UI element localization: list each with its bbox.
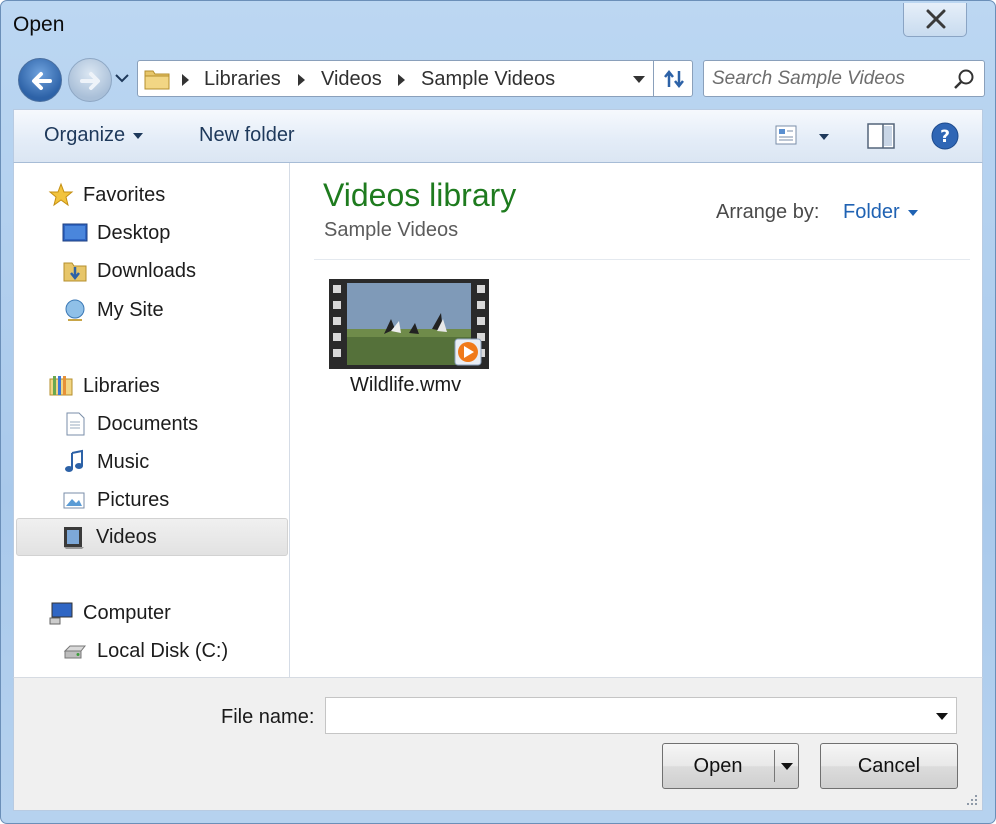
nav-item-documents[interactable]: Documents — [62, 407, 198, 441]
nav-item-label: My Site — [97, 298, 164, 321]
nav-computer-label: Computer — [83, 601, 171, 624]
open-button[interactable]: Open — [662, 743, 799, 789]
breadcrumb-separator[interactable] — [298, 74, 305, 86]
close-icon — [926, 9, 946, 29]
search-box[interactable] — [703, 60, 985, 97]
documents-icon — [66, 412, 85, 436]
help-icon[interactable]: ? — [931, 122, 959, 150]
views-dropdown-button[interactable] — [819, 134, 829, 140]
chevron-down-icon — [133, 132, 144, 139]
nav-libraries-label: Libraries — [83, 374, 160, 397]
search-input[interactable] — [712, 65, 952, 93]
arrange-by-label: Arrange by: — [716, 201, 820, 223]
nav-computer[interactable]: Computer — [48, 596, 171, 630]
file-name-label: File name: — [221, 706, 315, 728]
star-icon — [48, 182, 74, 207]
dialog-footer: File name: Open Cancel — [13, 677, 983, 811]
nav-item-label: Documents — [97, 412, 199, 435]
music-icon — [65, 449, 83, 472]
arrange-by-value: Folder — [843, 201, 900, 223]
organize-label: Organize — [44, 124, 126, 146]
svg-text:?: ? — [940, 127, 950, 147]
open-dialog: Open Libraries Videos Sample Videos Sear… — [0, 0, 996, 824]
file-name-label: Wildlife.wmv — [350, 374, 462, 396]
nav-item-label: Downloads — [97, 259, 196, 282]
arrange-by-dropdown[interactable]: Folder — [843, 201, 918, 224]
breadcrumb-sample-videos[interactable]: Sample Videos — [421, 68, 555, 91]
nav-item-my-site[interactable]: My Site — [62, 293, 164, 327]
library-subtitle: Sample Videos — [324, 219, 459, 241]
window-title: Open — [13, 13, 65, 36]
nav-item-pictures[interactable]: Pictures — [62, 483, 169, 517]
forward-arrow-icon — [80, 72, 100, 90]
breadcrumb-separator[interactable] — [398, 74, 405, 86]
address-history-dropdown[interactable] — [633, 76, 645, 83]
nav-libraries[interactable]: Libraries — [48, 369, 160, 403]
libraries-icon — [49, 376, 73, 396]
computer-icon — [49, 602, 73, 625]
file-list-pane: Videos library Sample Videos Arrange by:… — [290, 163, 983, 677]
back-button[interactable] — [18, 58, 62, 102]
header-divider — [314, 259, 970, 260]
refresh-button[interactable] — [653, 60, 693, 97]
navigation-pane: Favorites Desktop Downloads My Site Libr… — [13, 163, 290, 677]
organize-menu-button[interactable]: Organize — [44, 124, 144, 147]
nav-item-label: Desktop — [97, 221, 171, 244]
pictures-icon — [63, 492, 85, 509]
nav-item-downloads[interactable]: Downloads — [62, 254, 196, 288]
nav-favorites-label: Favorites — [83, 183, 166, 206]
nav-item-videos[interactable]: Videos — [16, 518, 288, 556]
breadcrumb-libraries[interactable]: Libraries — [204, 68, 281, 91]
nav-item-music[interactable]: Music — [62, 445, 149, 479]
site-icon — [65, 299, 85, 321]
videos-icon — [64, 527, 84, 549]
file-item[interactable]: Wildlife.wmv — [326, 276, 496, 398]
nav-item-desktop[interactable]: Desktop — [62, 216, 170, 250]
open-button-label: Open — [693, 755, 743, 777]
nav-favorites[interactable]: Favorites — [48, 178, 165, 212]
video-file-icon — [329, 279, 489, 369]
breadcrumb-separator[interactable] — [182, 74, 189, 86]
resize-grip-icon[interactable] — [964, 792, 978, 806]
file-name-dropdown[interactable] — [936, 713, 948, 720]
nav-item-local-disk[interactable]: Local Disk (C:) — [62, 634, 228, 668]
forward-button[interactable] — [68, 58, 112, 102]
downloads-folder-icon — [63, 262, 87, 282]
refresh-icon — [664, 69, 684, 89]
split-divider — [774, 750, 775, 782]
chevron-down-icon — [115, 74, 129, 83]
change-view-icon[interactable] — [774, 124, 798, 146]
nav-item-label: Local Disk (C:) — [97, 639, 229, 662]
command-toolbar: Organize New folder ? — [13, 109, 983, 163]
nav-item-label: Music — [97, 450, 150, 473]
chevron-down-icon — [907, 209, 918, 216]
folder-icon — [144, 70, 170, 90]
close-button[interactable] — [903, 3, 967, 37]
open-options-dropdown[interactable] — [781, 763, 793, 770]
nav-item-label: Pictures — [97, 488, 170, 511]
new-folder-button[interactable]: New folder — [199, 124, 295, 147]
back-arrow-icon — [32, 72, 52, 90]
breadcrumb-videos[interactable]: Videos — [321, 68, 382, 91]
library-title: Videos library — [323, 177, 517, 213]
recent-locations-button[interactable] — [115, 71, 129, 85]
search-icon[interactable] — [953, 68, 975, 90]
cancel-button[interactable]: Cancel — [820, 743, 958, 789]
preview-pane-icon[interactable] — [867, 123, 895, 149]
address-bar[interactable]: Libraries Videos Sample Videos — [137, 60, 654, 97]
nav-item-label: Videos — [96, 525, 157, 548]
file-name-input[interactable] — [332, 702, 922, 730]
file-name-combobox[interactable] — [325, 697, 957, 734]
hard-disk-icon — [63, 645, 87, 659]
desktop-icon — [62, 223, 88, 242]
